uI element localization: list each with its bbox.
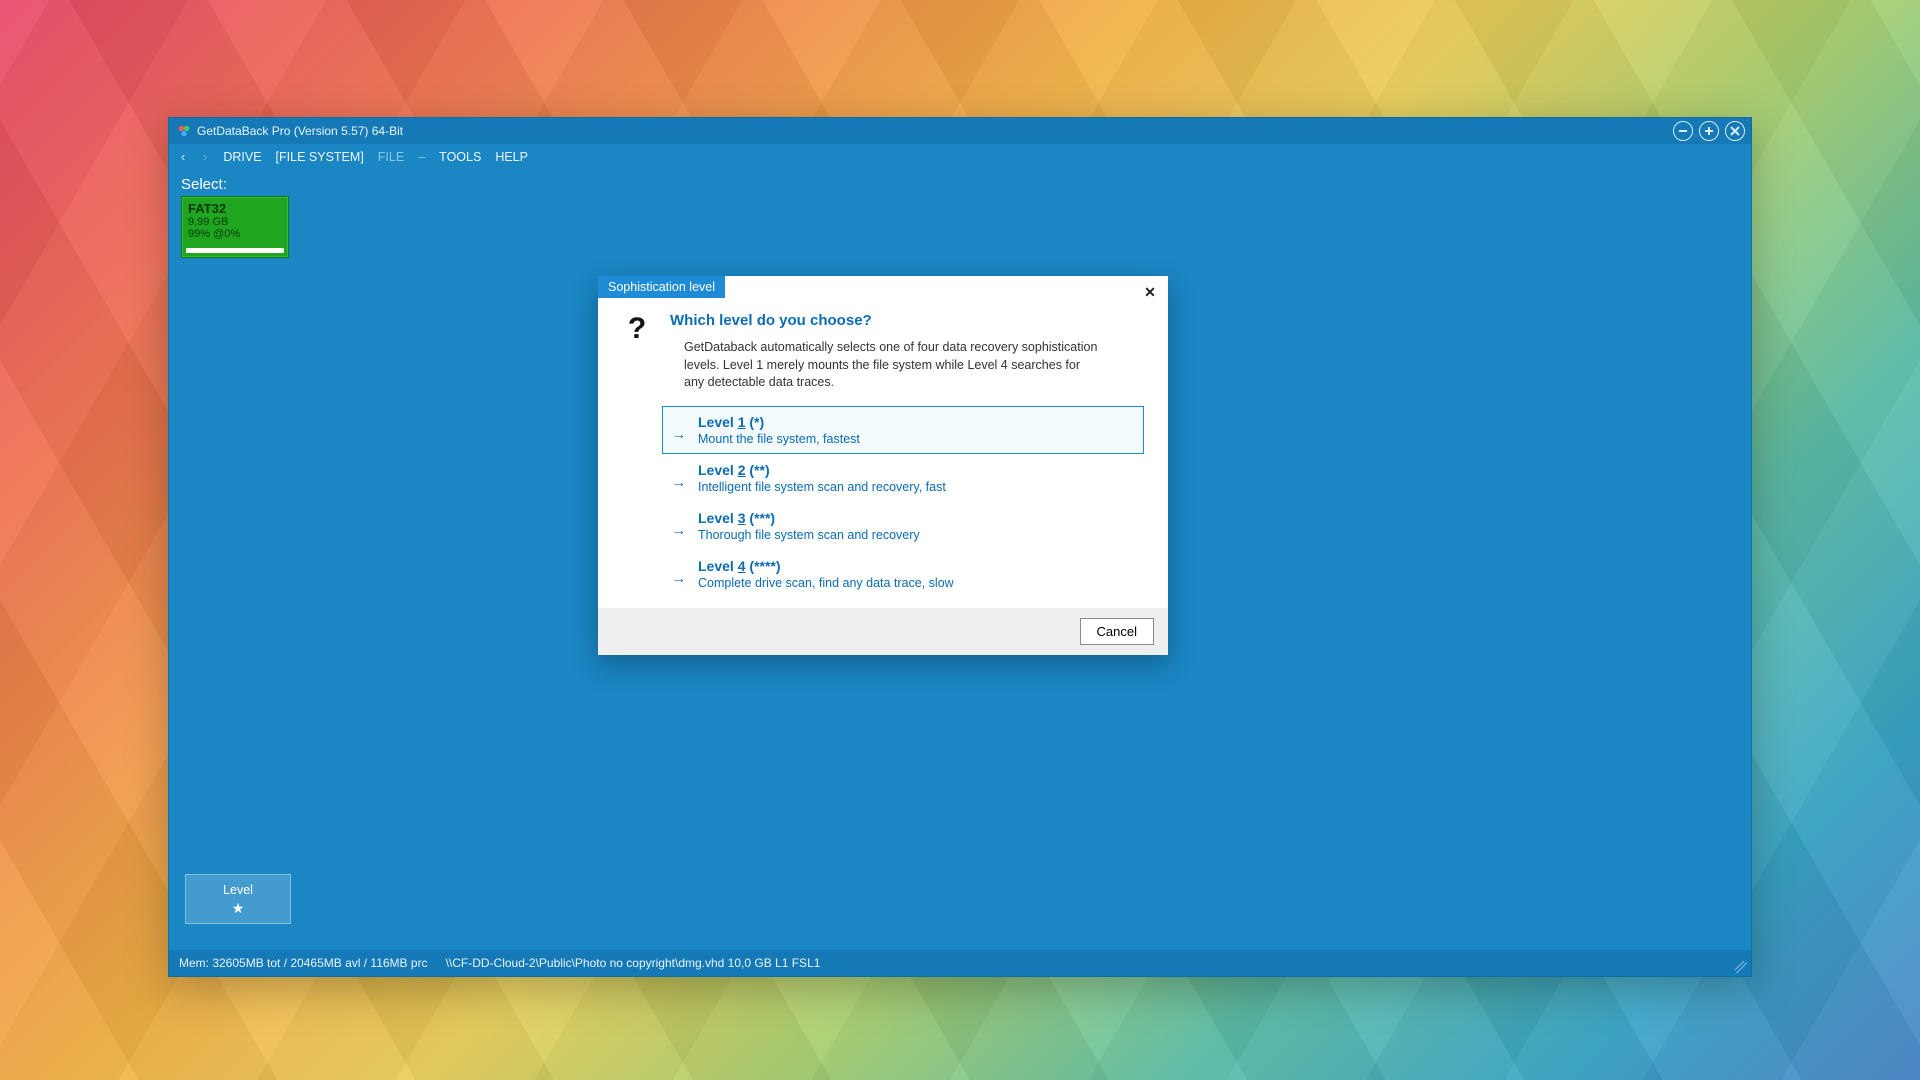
level-1-title: Level 1 (*) xyxy=(698,414,860,430)
level-option-2[interactable]: → Level 2 (**) Intelligent file system s… xyxy=(662,454,1144,502)
menu-file-system[interactable]: FILE SYSTEM xyxy=(276,150,364,164)
select-label: Select: xyxy=(169,170,1751,203)
level-3-desc: Thorough file system scan and recovery xyxy=(698,528,920,542)
app-window: GetDataBack Pro (Version 5.57) 64-Bit ‹ … xyxy=(168,117,1752,977)
close-icon: ✕ xyxy=(1144,284,1156,301)
plus-icon xyxy=(1704,126,1714,136)
question-icon: ? xyxy=(622,314,652,344)
menu-separator: – xyxy=(418,150,425,164)
arrow-right-icon: → xyxy=(672,570,686,586)
level-option-1[interactable]: → Level 1 (*) Mount the file system, fas… xyxy=(662,406,1144,454)
level-options: → Level 1 (*) Mount the file system, fas… xyxy=(622,406,1144,598)
level-option-4[interactable]: → Level 4 (****) Complete drive scan, fi… xyxy=(662,550,1144,598)
minimize-icon xyxy=(1678,126,1688,136)
drive-filesystem: FAT32 xyxy=(188,201,282,216)
drive-size: 9,99 GB xyxy=(188,216,282,228)
drive-card[interactable]: FAT32 9,99 GB 99% @0% xyxy=(181,196,289,258)
dialog-title: Which level do you choose? xyxy=(670,312,1100,329)
nav-back[interactable]: ‹ xyxy=(179,150,187,164)
level-option-3[interactable]: → Level 3 (***) Thorough file system sca… xyxy=(662,502,1144,550)
level-2-desc: Intelligent file system scan and recover… xyxy=(698,480,946,494)
star-icon: ★ xyxy=(232,901,245,915)
menu-file: FILE xyxy=(378,150,404,164)
level-3-title: Level 3 (***) xyxy=(698,510,920,526)
sophistication-dialog: Sophistication level ✕ ? Which level do … xyxy=(598,276,1168,655)
app-icon xyxy=(177,124,191,138)
nav-forward: › xyxy=(201,150,209,164)
titlebar: GetDataBack Pro (Version 5.57) 64-Bit xyxy=(169,118,1751,144)
arrow-right-icon: → xyxy=(672,474,686,490)
drive-percent: 99% @0% xyxy=(188,228,282,240)
level-1-desc: Mount the file system, fastest xyxy=(698,432,860,446)
dialog-tab: Sophistication level xyxy=(598,276,725,298)
drive-usage-bar xyxy=(186,248,284,253)
menubar: ‹ › DRIVE FILE SYSTEM FILE – TOOLS HELP xyxy=(169,144,1751,170)
resize-grip-icon[interactable] xyxy=(1735,961,1747,973)
minimize-button[interactable] xyxy=(1673,121,1693,141)
window-controls xyxy=(1673,121,1745,141)
menu-help[interactable]: HELP xyxy=(495,150,528,164)
close-button[interactable] xyxy=(1725,121,1745,141)
dialog-description: GetDataback automatically selects one of… xyxy=(670,339,1100,392)
maximize-button[interactable] xyxy=(1699,121,1719,141)
level-2-title: Level 2 (**) xyxy=(698,462,946,478)
arrow-right-icon: → xyxy=(672,426,686,442)
level-button[interactable]: Level ★ xyxy=(185,874,291,924)
status-path: \\CF-DD-Cloud-2\Public\Photo no copyrigh… xyxy=(446,956,821,970)
close-icon xyxy=(1730,126,1740,136)
dialog-body: ? Which level do you choose? GetDataback… xyxy=(598,298,1168,608)
cancel-button[interactable]: Cancel xyxy=(1080,618,1154,645)
menu-drive[interactable]: DRIVE xyxy=(223,150,261,164)
level-4-title: Level 4 (****) xyxy=(698,558,954,574)
menu-tools[interactable]: TOOLS xyxy=(439,150,481,164)
dialog-close-button[interactable]: ✕ xyxy=(1140,282,1160,302)
level-4-desc: Complete drive scan, find any data trace… xyxy=(698,576,954,590)
dialog-footer: Cancel xyxy=(598,608,1168,655)
arrow-right-icon: → xyxy=(672,522,686,538)
window-title: GetDataBack Pro (Version 5.57) 64-Bit xyxy=(197,124,403,138)
statusbar: Mem: 32605MB tot / 20465MB avl / 116MB p… xyxy=(169,950,1751,976)
status-mem: Mem: 32605MB tot / 20465MB avl / 116MB p… xyxy=(179,956,428,970)
level-button-label: Level xyxy=(223,883,253,897)
